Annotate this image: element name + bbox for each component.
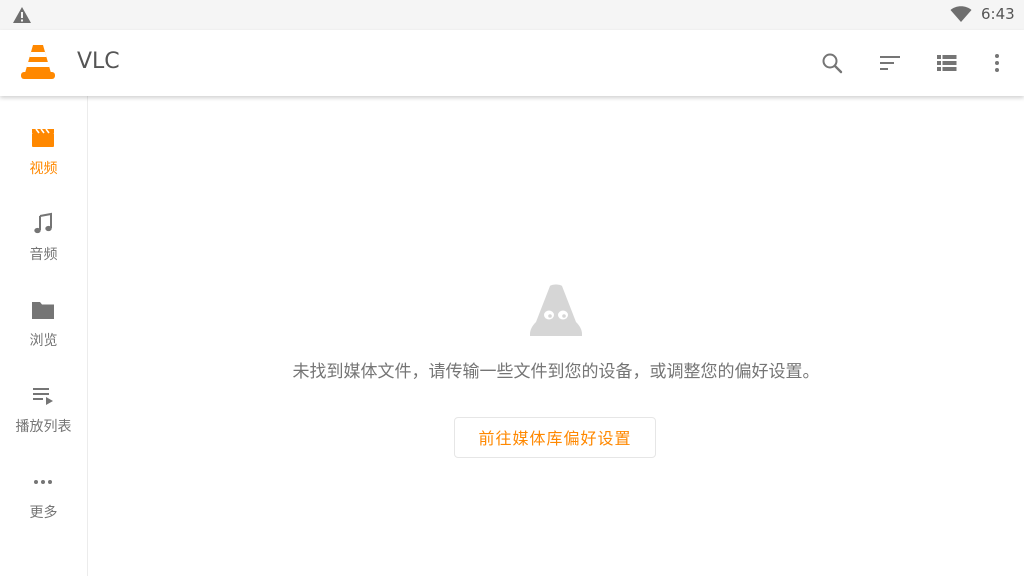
sidebar-item-audio[interactable]: 音频 — [0, 182, 87, 263]
list-view-icon — [937, 55, 957, 71]
sidebar-item-label: 更多 — [29, 505, 58, 521]
more-vert-icon — [995, 54, 999, 72]
sidebar-nav: 视频 音频 浏览 播放列表 更多 — [0, 96, 88, 576]
app-title: VLC — [77, 49, 120, 74]
go-to-library-preferences-button[interactable]: 前往媒体库偏好设置 — [454, 417, 656, 458]
playlist-icon — [33, 388, 53, 405]
video-icon — [32, 128, 54, 147]
view-mode-button[interactable] — [934, 50, 960, 76]
more-horiz-icon — [34, 480, 52, 484]
sidebar-item-more[interactable]: 更多 — [0, 440, 87, 521]
app-bar: VLC — [0, 30, 1024, 96]
more-options-button[interactable] — [984, 50, 1010, 76]
wifi-icon — [950, 6, 972, 22]
folder-icon — [32, 302, 54, 319]
vlc-cone-icon — [21, 45, 55, 79]
search-button[interactable] — [819, 50, 845, 76]
sidebar-item-label: 播放列表 — [15, 419, 72, 435]
sidebar-item-label: 音频 — [29, 247, 58, 263]
search-icon — [822, 53, 843, 74]
empty-state-message: 未找到媒体文件，请传输一些文件到您的设备，或调整您的偏好设置。 — [292, 362, 820, 382]
sort-icon — [880, 56, 900, 70]
sort-button[interactable] — [877, 50, 903, 76]
sidebar-item-playlists[interactable]: 播放列表 — [0, 354, 87, 435]
sidebar-item-label: 视频 — [29, 161, 58, 177]
music-note-icon — [34, 212, 52, 234]
status-time: 6:43 — [981, 5, 1015, 23]
status-bar: 6:43 — [0, 0, 1024, 30]
sidebar-item-video[interactable]: 视频 — [0, 96, 87, 177]
vlc-ghost-cone-icon — [530, 284, 582, 336]
main-content: 未找到媒体文件，请传输一些文件到您的设备，或调整您的偏好设置。 前往媒体库偏好设… — [88, 96, 1024, 576]
sidebar-item-browse[interactable]: 浏览 — [0, 268, 87, 349]
sidebar-item-label: 浏览 — [29, 333, 58, 349]
warning-icon — [13, 7, 31, 23]
